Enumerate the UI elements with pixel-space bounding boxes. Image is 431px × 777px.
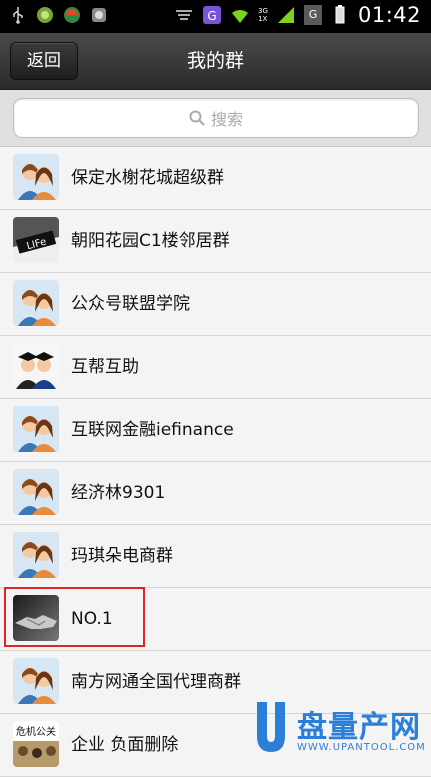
watermark-url: WWW.UPANTOOL.COM [297, 742, 426, 753]
usb-icon [13, 7, 23, 24]
signal-g-icon: G [303, 5, 322, 25]
group-name: 南方网通全国代理商群 [71, 672, 241, 692]
group-name: 互帮互助 [71, 357, 139, 377]
list-item[interactable]: LIFe 朝阳花园C1楼邻居群 [0, 210, 431, 273]
status-bar: G 3G 1X G 01:42 [0, 0, 431, 33]
u-logo-icon [257, 702, 285, 752]
group-avatar: 危机公关 [13, 721, 59, 767]
group-name: 朝阳花园C1楼邻居群 [71, 231, 230, 251]
watermark-brand: 盘量产网 [297, 710, 421, 745]
search-icon [189, 110, 205, 126]
list-item[interactable]: 互联网金融iefinance [0, 399, 431, 462]
group-name: 保定水榭花城超级群 [71, 168, 224, 188]
g-icon: G [203, 6, 222, 24]
svg-text:G: G [207, 9, 216, 23]
group-avatar [13, 280, 59, 326]
signal-3g-icon: 3G 1X [258, 7, 268, 23]
list-item[interactable]: 互帮互助 [0, 336, 431, 399]
signal-icon [277, 7, 294, 23]
group-name: 经济林9301 [71, 483, 166, 503]
network-1x-label: 1X [258, 15, 268, 23]
title-bar: 我的群 返回 [0, 33, 431, 90]
group-avatar [13, 658, 59, 704]
list-item[interactable]: 公众号联盟学院 [0, 273, 431, 336]
group-avatar: LIFe [13, 217, 59, 263]
search-bar: 搜索 [0, 90, 431, 147]
app-icon-2 [64, 7, 80, 23]
list-item[interactable]: 保定水榭花城超级群 [0, 147, 431, 210]
list-item[interactable]: 玛琪朵电商群 [0, 525, 431, 588]
app-icon-3 [92, 8, 106, 22]
wifi-icon [232, 9, 249, 23]
bars-icon [176, 10, 193, 20]
group-avatar [13, 532, 59, 578]
battery-icon [335, 5, 345, 24]
back-button[interactable]: 返回 [10, 42, 78, 80]
group-name: 互联网金融iefinance [71, 420, 234, 440]
highlight-box [4, 587, 145, 647]
group-avatar [13, 343, 59, 389]
clock: 01:42 [357, 3, 421, 27]
group-avatar [13, 154, 59, 200]
search-placeholder: 搜索 [210, 110, 243, 129]
list-item[interactable]: 经济林9301 [0, 462, 431, 525]
watermark: 盘量产网 WWW.UPANTOOL.COM [253, 700, 426, 762]
group-avatar [13, 469, 59, 515]
group-list: 保定水榭花城超级群 LIFe 朝阳花园C1楼邻居群 公众号联盟学院 互帮互助 互… [0, 147, 431, 777]
group-name: 玛琪朵电商群 [71, 546, 173, 566]
app-icon-1 [37, 7, 53, 23]
group-name: 公众号联盟学院 [71, 294, 190, 314]
network-3g-label: 3G [258, 7, 268, 15]
avatar-text: 危机公关 [16, 725, 56, 738]
group-avatar [13, 406, 59, 452]
search-input[interactable]: 搜索 [13, 98, 419, 138]
network-g-label: G [308, 8, 318, 21]
